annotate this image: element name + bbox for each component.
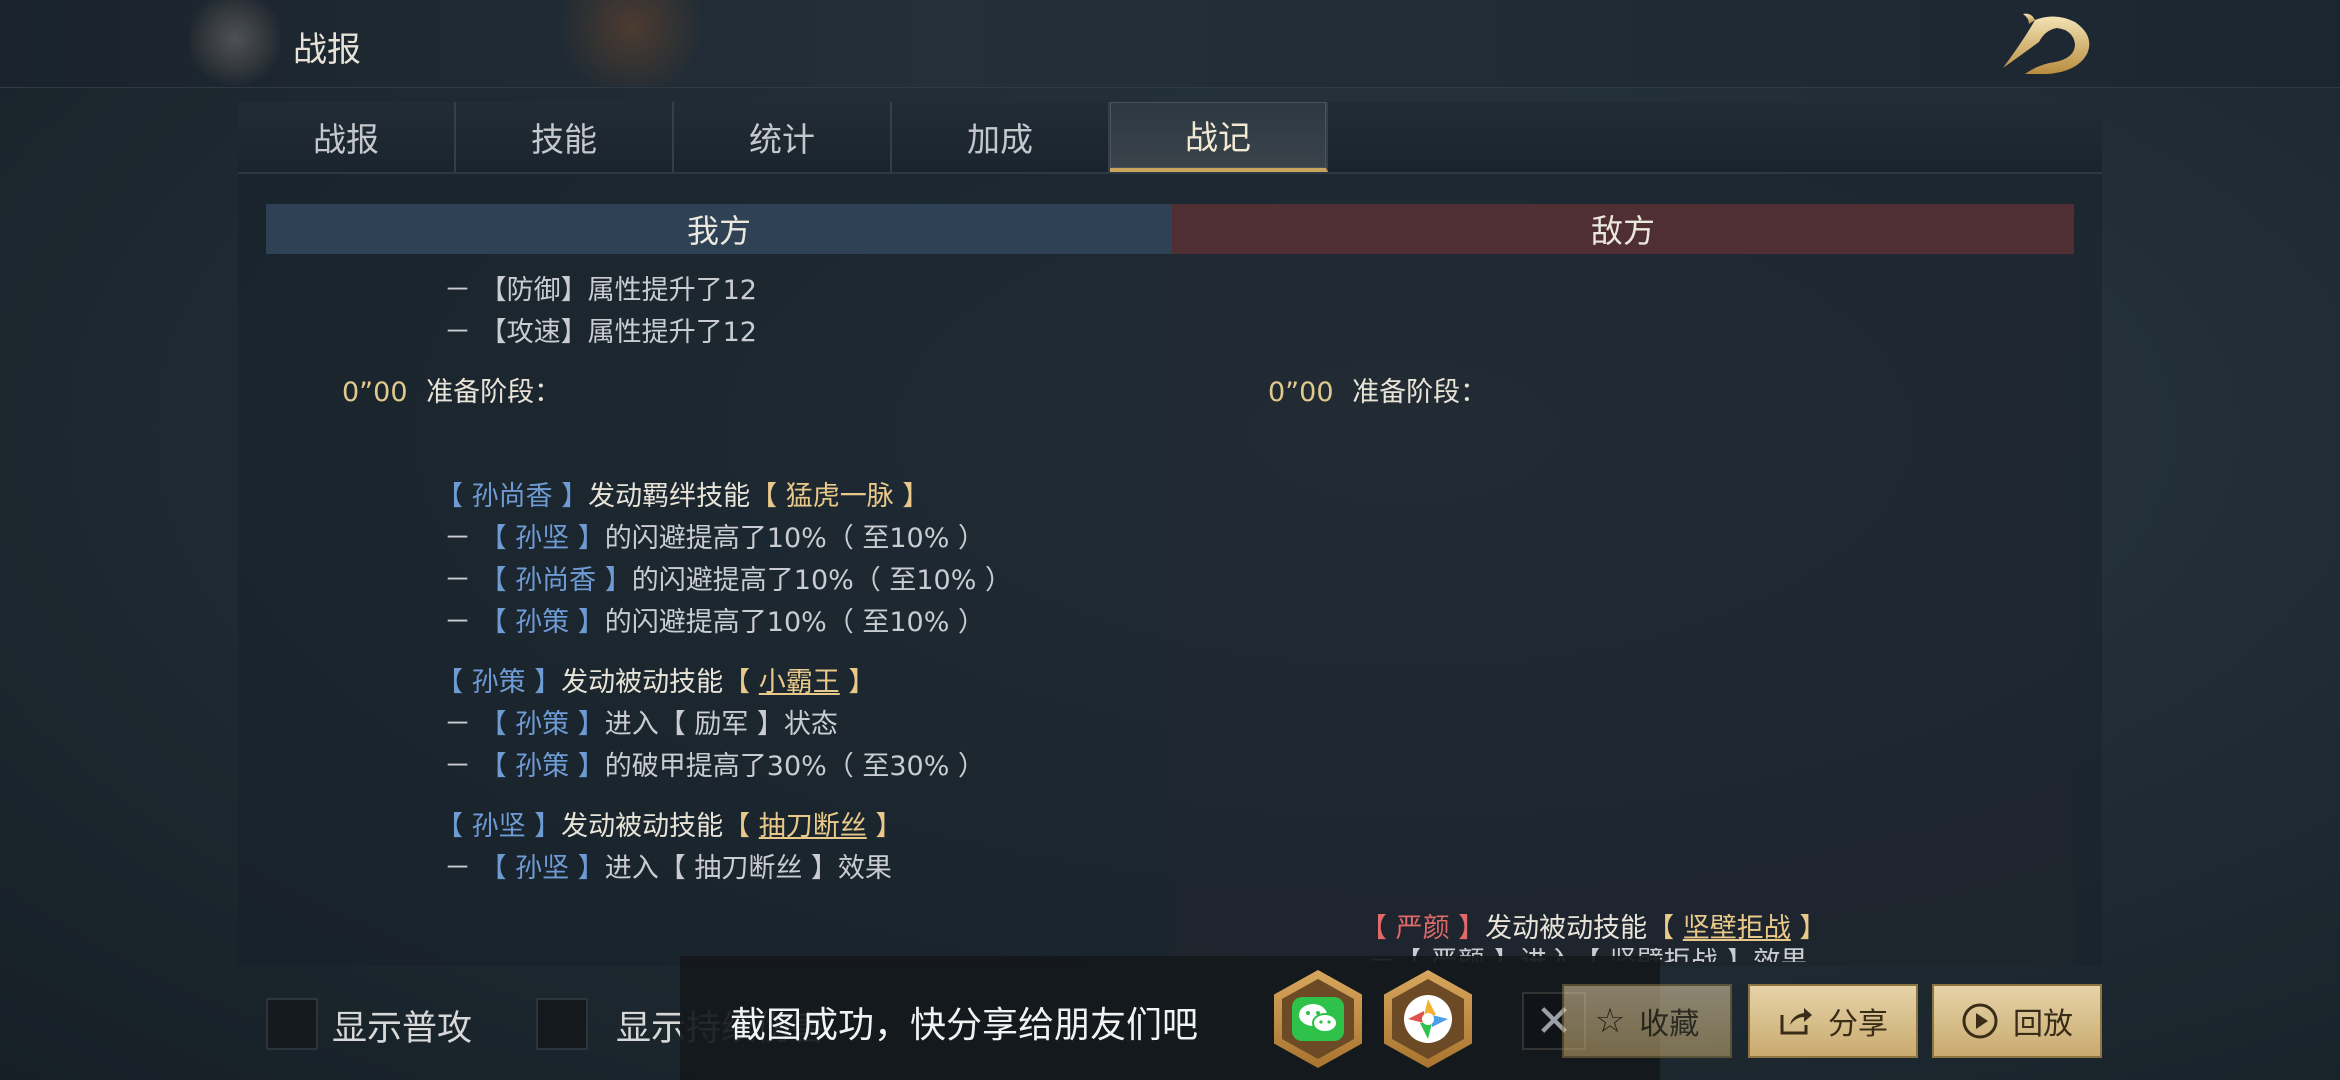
replay-label: 回放 (2013, 1007, 2073, 1042)
replay-button[interactable]: 回放 (1932, 984, 2102, 1058)
share-button[interactable]: 分享 (1748, 984, 1918, 1058)
dragon-logo-icon[interactable] (1995, 8, 2100, 78)
tab-skills[interactable]: 技能 (456, 102, 674, 172)
log-dash: － (444, 317, 471, 348)
skill-line: 【 孙策 】发动被动技能【 小霸王 】 (436, 660, 875, 699)
effect-text: 进入【 抽刀断丝 】效果 (604, 853, 892, 884)
share-label: 分享 (1828, 1007, 1888, 1042)
effect-text: 的闪避提高了10%（ 至10% ） (631, 565, 1012, 596)
log-dash: － (444, 565, 471, 596)
star-icon: ☆ (1594, 1001, 1626, 1041)
phase-time: 0”00 (1268, 377, 1334, 408)
log-text: 属性提升了12 (587, 275, 757, 306)
bracket: 【 (723, 811, 759, 842)
bracket: 【 (479, 275, 507, 306)
effect-line: － 【 孙尚香 】的闪避提高了10%（ 至10% ） (444, 558, 1012, 597)
effect-text: 的破甲提高了30%（ 至30% ） (604, 751, 985, 782)
tab-battle-log[interactable]: 战记 (1110, 102, 1328, 172)
tab-bar: 战报 技能 统计 加成 战记 (238, 102, 2102, 174)
enemy-hero-name[interactable]: 【 严颜 】 (1360, 913, 1485, 944)
enemy-skill-line: 【 严颜 】发动被动技能【 坚壁拒战 】 (1360, 906, 1826, 945)
phase-label: 准备阶段： (426, 377, 562, 408)
skill-link[interactable]: 抽刀断丝 (759, 811, 867, 842)
wechat-icon (1292, 997, 1344, 1041)
show-persist-checkbox[interactable] (536, 998, 588, 1050)
bracket: 】 (839, 667, 876, 698)
tab-battle-report[interactable]: 战报 (238, 102, 456, 172)
effect-text: 进入【 励军 】状态 (604, 709, 838, 740)
log-dash: － (444, 709, 471, 740)
emblem-icon (190, 0, 280, 86)
favorite-label: 收藏 (1639, 1007, 1700, 1042)
play-icon (1962, 1003, 1998, 1039)
hero-name[interactable]: 【 孙尚香 】 (436, 481, 588, 512)
skill-link[interactable]: 坚壁拒战 (1683, 913, 1791, 944)
bracket: 【 (1647, 913, 1683, 944)
enemy-side-header: 敌方 (1172, 204, 2074, 254)
effect-line: － 【 孙策 】进入【 励军 】状态 (444, 702, 838, 741)
log-line: － 【防御】属性提升了12 (444, 268, 757, 307)
my-side-header: 我方 (266, 204, 1172, 254)
phase-label: 准备阶段： (1352, 377, 1488, 408)
skill-name: 【 猛虎一脉 】 (750, 481, 930, 512)
skill-line: 【 孙尚香 】发动羁绊技能【 猛虎一脉 】 (436, 474, 929, 513)
skill-line: 【 孙坚 】发动被动技能【 抽刀断丝 】 (436, 804, 902, 843)
moments-icon (1404, 995, 1452, 1043)
page-title: 战报 (293, 30, 361, 70)
hero-name[interactable]: 【 孙策 】 (480, 751, 605, 782)
skill-action: 发动被动技能 (1485, 913, 1648, 944)
share-icon (1780, 1008, 1812, 1035)
hero-name[interactable]: 【 孙坚 】 (436, 811, 561, 842)
bracket: 】 (1790, 913, 1827, 944)
skill-action: 发动被动技能 (561, 811, 724, 842)
enemy-phase-line: 0”00 准备阶段： (1268, 370, 1487, 409)
log-dash: － (444, 607, 471, 638)
header-ember-decoration (560, 0, 740, 86)
hero-name[interactable]: 【 孙尚香 】 (480, 565, 632, 596)
hero-name[interactable]: 【 孙策 】 (436, 667, 561, 698)
hero-name[interactable]: 【 孙坚 】 (480, 523, 605, 554)
bracket: 】 (560, 275, 588, 306)
log-dash: － (444, 853, 471, 884)
bracket: 】 (866, 811, 903, 842)
show-normal-attack-label[interactable]: 显示普攻 (332, 1000, 472, 1051)
log-dash: － (444, 523, 471, 554)
tab-bonus[interactable]: 加成 (892, 102, 1110, 172)
log-text: 属性提升了12 (587, 317, 757, 348)
effect-text: 的闪避提高了10%（ 至10% ） (604, 607, 985, 638)
skill-action: 发动被动技能 (561, 667, 724, 698)
skill-action: 发动羁绊技能 (588, 481, 751, 512)
enemy-log-area (1172, 254, 2074, 966)
show-normal-attack-checkbox[interactable] (266, 998, 318, 1050)
log-dash: － (444, 275, 471, 306)
toast-message: 截图成功，快分享给朋友们吧 (730, 1005, 1199, 1046)
effect-line: － 【 孙坚 】的闪避提高了10%（ 至10% ） (444, 516, 985, 555)
effect-text: 的闪避提高了10%（ 至10% ） (604, 523, 985, 554)
bracket: 】 (560, 317, 588, 348)
skill-link[interactable]: 小霸王 (759, 667, 840, 698)
log-line: － 【攻速】属性提升了12 (444, 310, 757, 349)
stat-name: 防御 (506, 275, 561, 306)
hero-name[interactable]: 【 孙策 】 (480, 607, 605, 638)
effect-line: － 【 孙策 】的破甲提高了30%（ 至30% ） (444, 744, 985, 783)
bracket: 【 (723, 667, 759, 698)
bracket: 【 (479, 317, 507, 348)
stat-name: 攻速 (506, 317, 561, 348)
tab-statistics[interactable]: 统计 (674, 102, 892, 172)
effect-line: － 【 孙坚 】进入【 抽刀断丝 】效果 (444, 846, 892, 885)
log-dash: － (444, 751, 471, 782)
favorite-button[interactable]: ☆ 收藏 (1562, 984, 1732, 1058)
top-bar: 战报 (0, 0, 2340, 88)
hero-name[interactable]: 【 孙策 】 (480, 709, 605, 740)
effect-line: － 【 孙策 】的闪避提高了10%（ 至10% ） (444, 600, 985, 639)
hero-name[interactable]: 【 孙坚 】 (480, 853, 605, 884)
phase-line: 0”00 准备阶段： (342, 370, 561, 409)
phase-time: 0”00 (342, 377, 408, 408)
